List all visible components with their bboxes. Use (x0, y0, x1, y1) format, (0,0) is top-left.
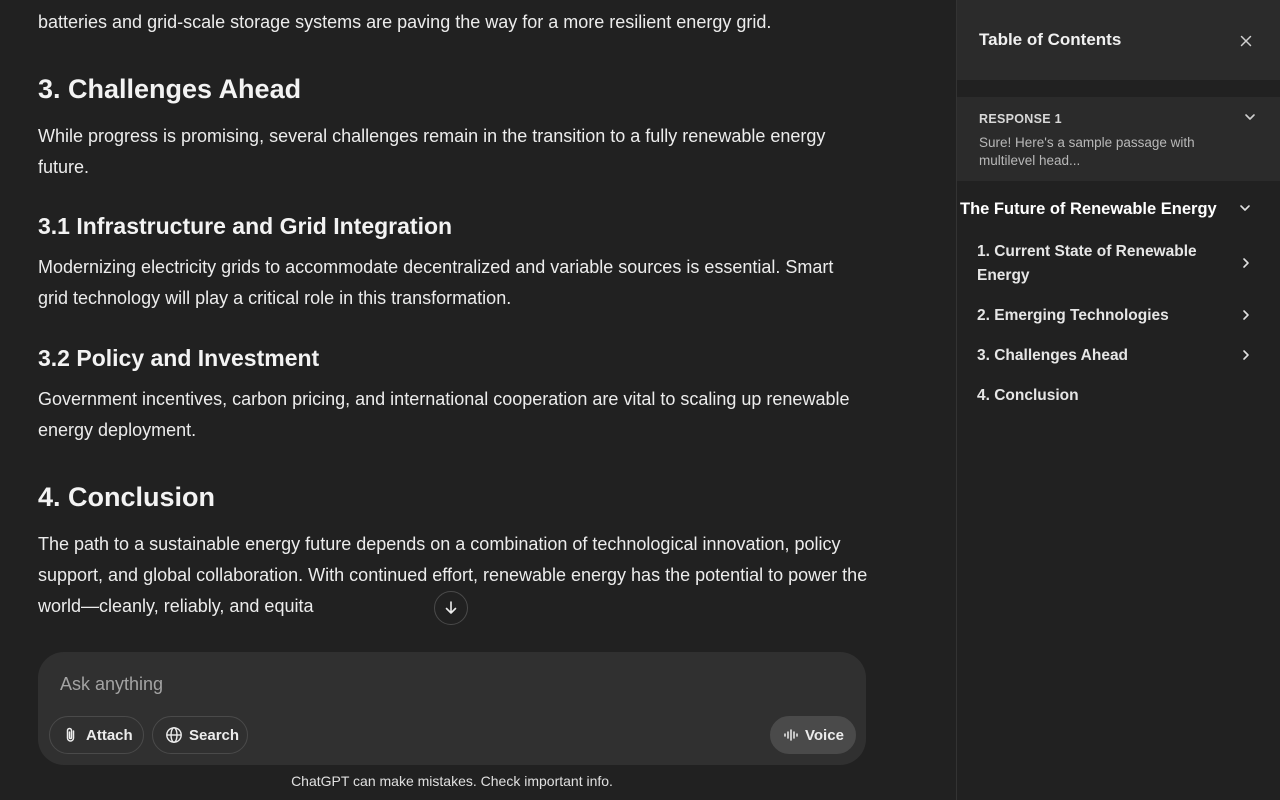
paperclip-icon (62, 726, 80, 744)
scroll-to-bottom-button[interactable] (434, 591, 468, 625)
response-snippet: Sure! Here's a sample passage with multi… (979, 135, 1195, 168)
heading-conclusion: 4. Conclusion (38, 482, 216, 512)
paragraph-policy: Government incentives, carbon pricing, a… (38, 389, 850, 440)
response-label: RESPONSE 1 (979, 112, 1062, 126)
paragraph-intro-tail: batteries and grid-scale storage systems… (38, 12, 772, 32)
close-icon (1240, 35, 1252, 47)
chevron-down-icon[interactable] (1239, 202, 1251, 214)
search-label: Search (189, 726, 240, 744)
chevron-down-icon[interactable] (1244, 111, 1256, 123)
heading-infrastructure: 3.1 Infrastructure and Grid Integration (38, 213, 453, 239)
toc-item-emerging-technologies[interactable]: 2. Emerging Technologies (977, 304, 1217, 328)
toc-item-conclusion[interactable]: 4. Conclusion (977, 384, 1217, 408)
voice-button[interactable]: Voice (770, 716, 856, 754)
toc-response-section[interactable]: RESPONSE 1 Sure! Here's a sample passage… (957, 97, 1280, 181)
heading-policy: 3.2 Policy and Investment (38, 345, 320, 371)
heading-challenges-ahead: 3. Challenges Ahead (38, 74, 302, 104)
paragraph-challenges: While progress is promising, several cha… (38, 126, 826, 177)
attach-label: Attach (86, 726, 133, 744)
arrow-down-icon (443, 600, 459, 616)
chevron-right-icon[interactable] (1241, 257, 1251, 269)
app-window: batteries and grid-scale storage systems… (0, 0, 1280, 800)
chat-main: batteries and grid-scale storage systems… (0, 0, 956, 800)
toc-title: Table of Contents (979, 30, 1122, 49)
attach-button[interactable]: Attach (49, 716, 144, 754)
toc-panel: Table of Contents RESPONSE 1 Sure! Here'… (956, 0, 1280, 800)
prompt-input[interactable] (60, 672, 760, 696)
disclaimer-text: ChatGPT can make mistakes. Check importa… (291, 773, 613, 789)
chevron-right-icon[interactable] (1241, 349, 1251, 361)
search-button[interactable]: Search (152, 716, 248, 754)
composer: Attach Search Voice (38, 652, 866, 765)
voice-label: Voice (805, 726, 844, 744)
toc-root-heading[interactable]: The Future of Renewable Energy (960, 200, 1217, 219)
waveform-icon (783, 727, 799, 743)
close-toc-button[interactable] (1237, 32, 1255, 50)
toc-item-current-state[interactable]: 1. Current State of Renewable Energy (977, 240, 1217, 288)
paragraph-infrastructure: Modernizing electricity grids to accommo… (38, 257, 834, 308)
chevron-right-icon[interactable] (1241, 309, 1251, 321)
globe-icon (165, 726, 183, 744)
toc-item-challenges-ahead[interactable]: 3. Challenges Ahead (977, 344, 1217, 368)
toc-header: Table of Contents (957, 0, 1280, 80)
